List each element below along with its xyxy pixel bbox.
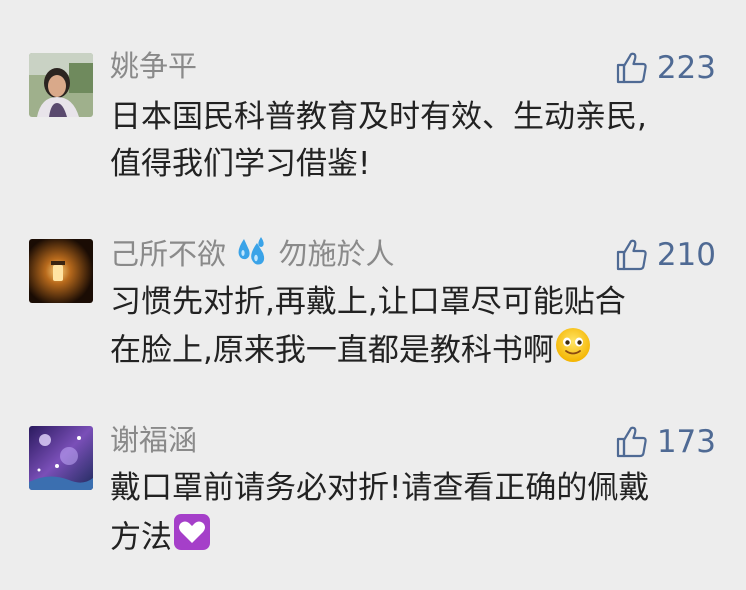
avatar[interactable] (29, 426, 93, 490)
comment-list: { "comments": [ { "name": "姚争平", "likes"… (0, 0, 746, 590)
like-count: 223 (656, 50, 716, 86)
comment-line: 习惯先对折,再戴上,让口罩尽可能贴合 (110, 284, 626, 320)
comment-text: 日本国民科普教育及时有效、生动亲民, 值得我们学习借鉴! (110, 94, 720, 188)
commenter-name-part: 勿施於人 (278, 237, 395, 271)
comment-line: 在脸上,原来我一直都是教科书啊 (110, 326, 720, 378)
comment-line: 日本国民科普教育及时有效、生动亲民, (110, 99, 647, 135)
commenter-name[interactable]: 己所不欲 勿施於人 (110, 235, 394, 277)
thumbs-up-icon (616, 239, 647, 271)
like-button[interactable]: 210 (615, 237, 716, 273)
comment-line: 戴口罩前请务必对折!请查看正确的佩戴 (110, 470, 650, 506)
like-count: 173 (656, 424, 716, 460)
commenter-name[interactable]: 姚争平 (110, 48, 197, 84)
purple-heart-icon (172, 512, 212, 566)
comment-text: 习惯先对折,再戴上,让口罩尽可能贴合 在脸上,原来我一直都是教科书啊 (110, 279, 720, 378)
like-button[interactable]: 223 (615, 50, 716, 86)
commenter-name-part: 己所不欲 (110, 237, 227, 271)
like-count: 210 (656, 237, 716, 273)
comment-text: 戴口罩前请务必对折!请查看正确的佩戴 方法 (110, 465, 720, 566)
like-button[interactable]: 173 (615, 424, 716, 460)
avatar[interactable] (29, 239, 93, 303)
thumbs-up-icon (616, 52, 647, 84)
comment-line: 方法 (110, 512, 720, 566)
thumbs-up-icon (616, 426, 647, 458)
smiling-face-icon (554, 326, 592, 378)
sweat-droplets-icon (235, 235, 269, 277)
avatar[interactable] (29, 53, 93, 117)
comment-line: 值得我们学习借鉴! (110, 146, 371, 182)
commenter-name[interactable]: 谢福涵 (110, 422, 197, 458)
